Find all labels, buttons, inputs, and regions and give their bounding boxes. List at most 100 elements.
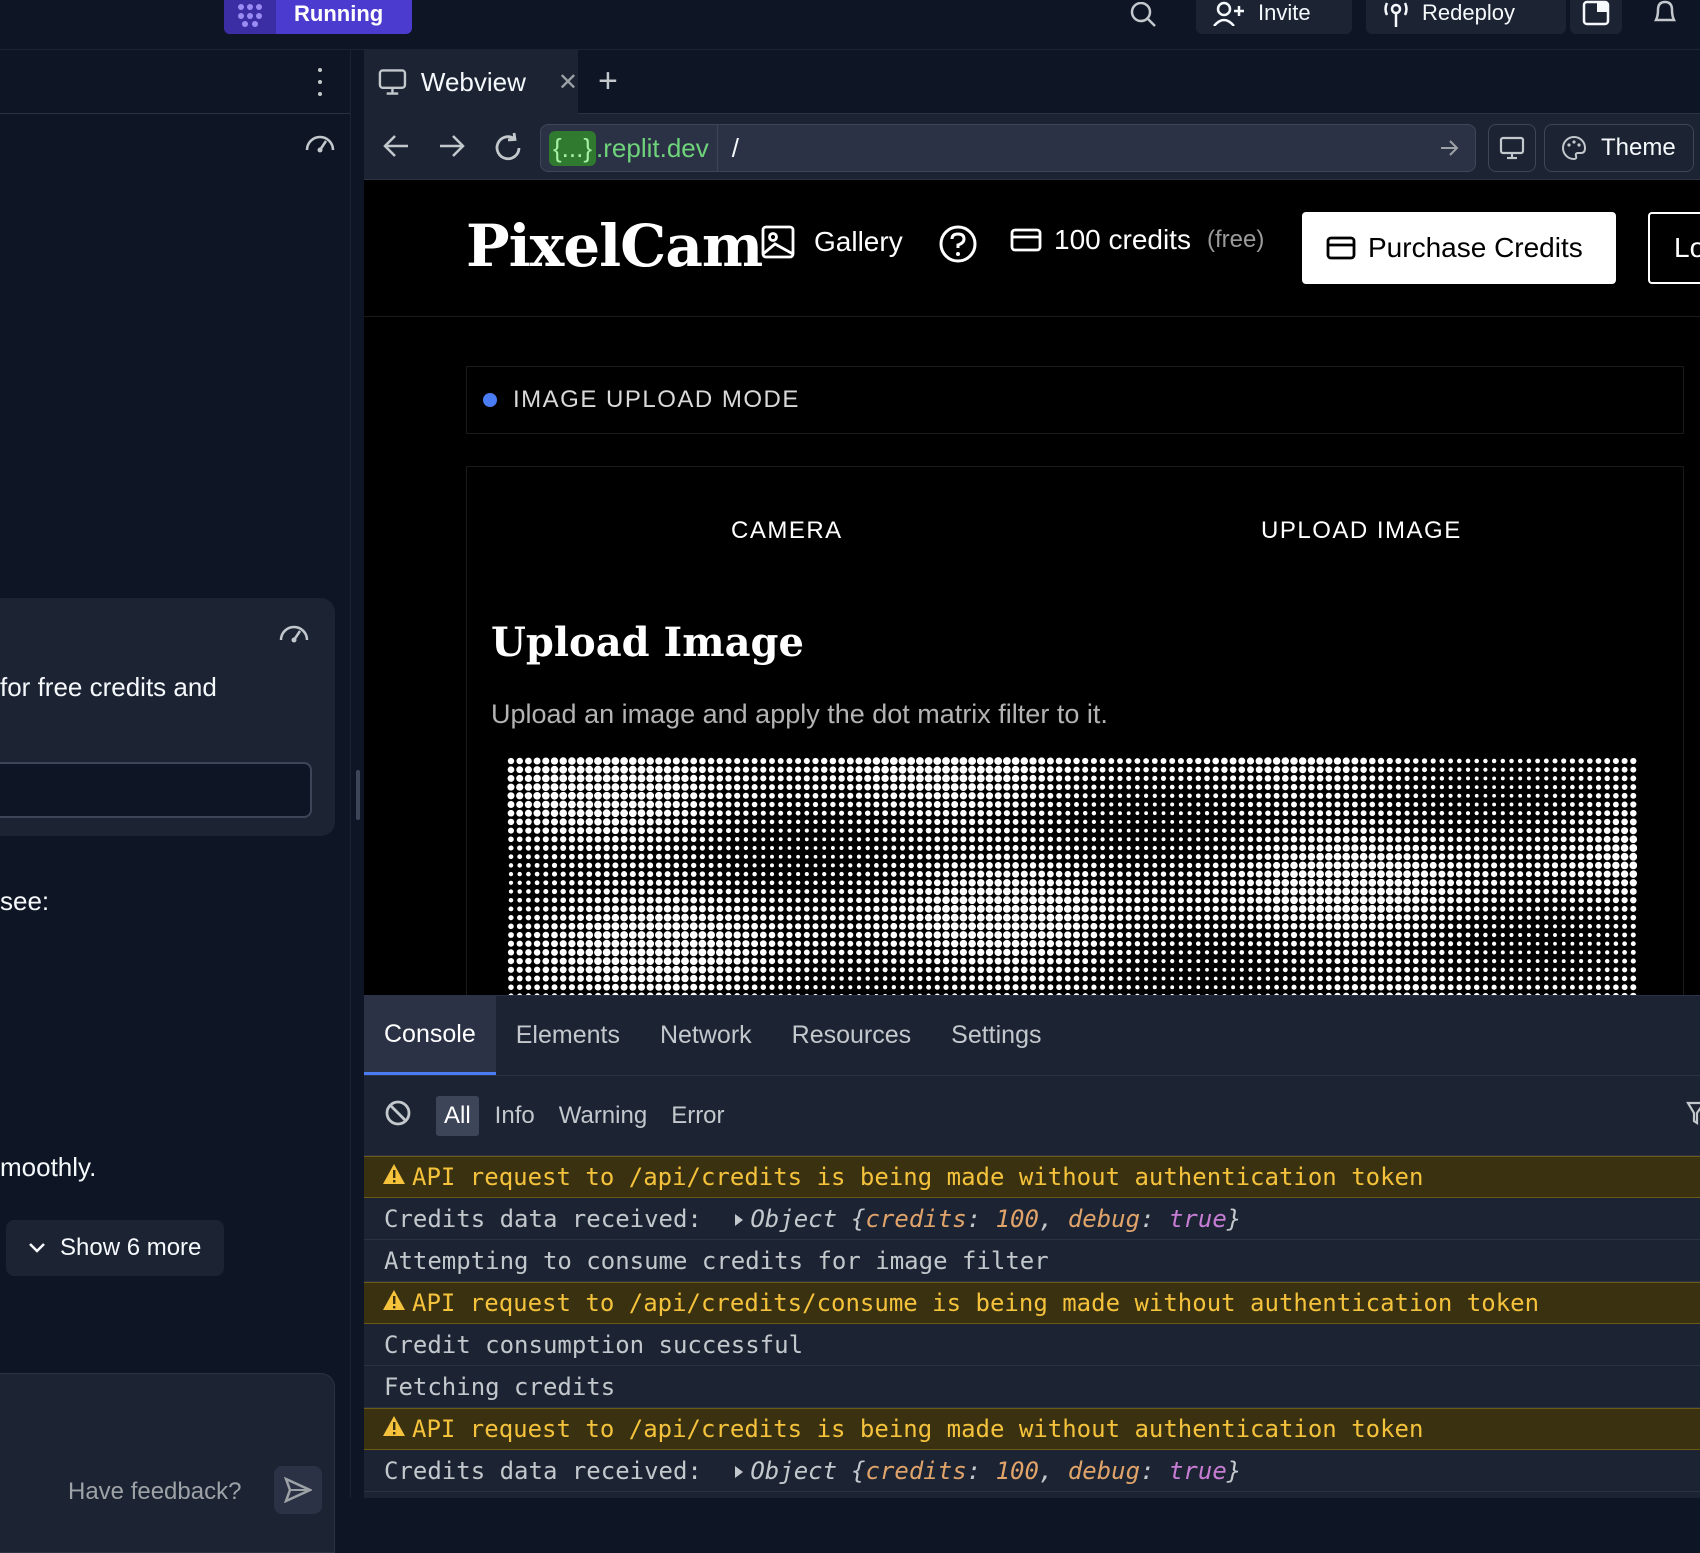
matrix-dot xyxy=(1509,767,1514,772)
more-options-icon[interactable] xyxy=(312,68,328,96)
matrix-dot xyxy=(1143,932,1149,938)
object-label[interactable]: Object xyxy=(750,1205,837,1233)
run-button[interactable]: Running xyxy=(224,0,412,34)
matrix-dot xyxy=(942,948,950,956)
chat-input-box[interactable]: Have feedback? xyxy=(0,1373,335,1553)
matrix-dot xyxy=(690,983,698,991)
tab-camera[interactable]: CAMERA xyxy=(731,517,843,545)
filter-warning[interactable]: Warning xyxy=(551,1096,655,1136)
filter-error[interactable]: Error xyxy=(663,1096,732,1136)
matrix-dot xyxy=(1134,758,1141,764)
matrix-dot xyxy=(1291,949,1297,956)
matrix-dot xyxy=(1491,897,1497,904)
matrix-dot xyxy=(585,818,594,826)
matrix-dot xyxy=(1144,811,1148,816)
purchase-credits-button[interactable]: Purchase Credits xyxy=(1302,212,1616,284)
address-bar[interactable]: {...} .replit.dev / xyxy=(540,124,1476,172)
matrix-dot xyxy=(1526,967,1531,972)
matrix-dot xyxy=(787,872,792,877)
filter-icon[interactable] xyxy=(1686,1101,1700,1130)
tab-webview[interactable]: Webview ✕ xyxy=(364,50,578,114)
tab-upload-image[interactable]: UPLOAD IMAGE xyxy=(1261,517,1462,545)
matrix-dot xyxy=(882,949,889,956)
search-icon[interactable] xyxy=(1128,1,1158,37)
device-preview-button[interactable] xyxy=(1488,124,1536,172)
send-button[interactable] xyxy=(274,1466,322,1514)
matrix-dot xyxy=(1273,836,1280,843)
gauge-icon[interactable] xyxy=(278,620,310,649)
matrix-dot xyxy=(568,914,576,921)
object-label[interactable]: Object xyxy=(750,1457,837,1485)
feedback-label[interactable]: Have feedback? xyxy=(68,1478,241,1506)
matrix-dot xyxy=(672,818,680,826)
matrix-dot xyxy=(760,888,766,895)
clear-console-icon[interactable] xyxy=(384,1099,412,1132)
filter-info[interactable]: Info xyxy=(487,1096,543,1136)
url-path-input[interactable]: / xyxy=(732,133,739,164)
matrix-dot xyxy=(1377,827,1385,834)
tab-network[interactable]: Network xyxy=(640,996,772,1075)
matrix-dot xyxy=(1011,879,1020,887)
matrix-dot xyxy=(847,940,854,947)
matrix-dot xyxy=(951,792,959,800)
matrix-dot xyxy=(1029,792,1037,799)
matrix-dot xyxy=(637,974,646,983)
matrix-dot xyxy=(699,862,706,869)
card-input[interactable] xyxy=(0,762,312,818)
matrix-dot xyxy=(1264,784,1271,791)
back-arrow-icon[interactable] xyxy=(382,132,410,165)
tab-elements[interactable]: Elements xyxy=(496,996,640,1075)
matrix-dot xyxy=(1579,950,1584,955)
panel-resize-handle[interactable] xyxy=(356,770,360,820)
matrix-dot xyxy=(516,836,523,843)
close-tab-icon[interactable]: ✕ xyxy=(558,68,578,97)
reload-icon[interactable] xyxy=(492,132,524,169)
matrix-dot xyxy=(525,836,532,843)
tab-resources[interactable]: Resources xyxy=(772,996,932,1075)
matrix-dot xyxy=(924,931,933,939)
matrix-dot xyxy=(1395,810,1402,816)
tab-console[interactable]: Console xyxy=(364,996,496,1075)
show-more-button[interactable]: Show 6 more xyxy=(6,1220,224,1276)
gauge-icon[interactable] xyxy=(304,130,336,159)
invite-button[interactable]: Invite xyxy=(1196,0,1352,34)
matrix-dot xyxy=(1316,766,1324,774)
matrix-dot xyxy=(577,922,585,930)
matrix-dot xyxy=(1178,941,1184,947)
login-button[interactable]: Lo xyxy=(1648,212,1700,284)
matrix-dot xyxy=(1081,931,1089,939)
theme-button[interactable]: Theme xyxy=(1544,124,1694,172)
forward-arrow-icon[interactable] xyxy=(438,132,466,165)
matrix-dot xyxy=(1378,793,1384,799)
console-warning-row: API request to /api/credits is being mad… xyxy=(364,1156,1700,1198)
matrix-dot xyxy=(1587,906,1593,912)
redeploy-button[interactable]: Redeploy xyxy=(1366,0,1566,34)
expand-triangle-icon[interactable] xyxy=(734,1205,744,1233)
bell-icon[interactable] xyxy=(1650,0,1680,35)
matrix-dot xyxy=(1272,870,1281,878)
matrix-dot xyxy=(1508,879,1515,886)
new-tab-icon[interactable]: + xyxy=(598,62,618,101)
matrix-dot xyxy=(959,939,968,948)
tab-settings[interactable]: Settings xyxy=(931,996,1061,1075)
matrix-dot xyxy=(1143,949,1149,955)
deployments-button[interactable] xyxy=(1570,0,1622,34)
matrix-dot xyxy=(646,913,655,922)
go-arrow-icon[interactable] xyxy=(1439,137,1461,164)
matrix-dot xyxy=(751,948,759,956)
expand-triangle-icon[interactable] xyxy=(734,1457,744,1485)
filter-all[interactable]: All xyxy=(436,1095,479,1136)
matrix-dot xyxy=(517,897,523,903)
matrix-dot xyxy=(1526,959,1531,964)
matrix-dot xyxy=(751,940,759,948)
matrix-dot xyxy=(1474,950,1479,955)
matrix-dot xyxy=(1455,870,1463,878)
matrix-dot xyxy=(847,783,854,791)
card-text: for free credits and xyxy=(0,672,217,702)
site-logo[interactable]: PixelCam xyxy=(466,212,763,280)
gallery-link[interactable]: Gallery xyxy=(760,224,903,260)
matrix-dot xyxy=(1072,896,1081,904)
help-button[interactable] xyxy=(938,224,978,264)
matrix-dot xyxy=(1551,853,1559,860)
matrix-dot xyxy=(1126,811,1131,816)
